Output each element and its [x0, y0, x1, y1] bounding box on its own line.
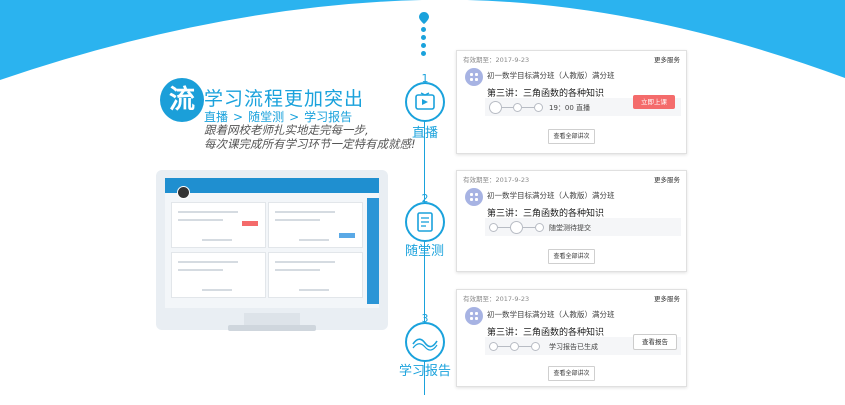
class-name: 初一数学目标满分班（人教版）满分班 — [487, 191, 615, 200]
mini-course-card — [171, 252, 266, 298]
timeline-dot — [421, 51, 426, 56]
flow-badge-icon: 流 — [160, 78, 204, 122]
more-services-link[interactable]: 更多服务 — [654, 174, 680, 184]
mini-course-card — [268, 252, 363, 298]
progress-row: 19：00 直播 立即上课 — [485, 95, 681, 116]
progress-node — [534, 103, 543, 112]
screen-course-grid — [171, 202, 364, 302]
location-pin-icon — [419, 12, 429, 24]
monitor-mockup — [156, 170, 388, 331]
course-icon — [465, 307, 483, 325]
timeline-dots — [421, 27, 426, 59]
progress-link — [523, 227, 535, 228]
lesson-status: 随堂测待提交 — [549, 224, 591, 232]
mini-text-line — [275, 211, 335, 213]
mini-text-line — [299, 289, 329, 291]
timeline-dot — [421, 43, 426, 48]
report-wave-icon — [405, 322, 445, 362]
screen-side-toolbar — [367, 198, 379, 304]
mini-text-line — [178, 219, 223, 221]
view-all-lessons-button[interactable]: 查看全部讲次 — [548, 366, 595, 381]
progress-link — [522, 107, 534, 108]
mini-text-line — [202, 239, 232, 241]
start-class-button[interactable]: 立即上课 — [633, 95, 675, 109]
mini-text-line — [299, 239, 329, 241]
progress-row: 学习报告已生成 查看报告 — [485, 334, 681, 355]
mini-text-line — [202, 289, 232, 291]
progress-node-done — [510, 342, 519, 351]
monitor-screen — [165, 178, 379, 308]
monitor-base — [228, 325, 316, 331]
mini-course-card — [171, 202, 266, 248]
course-icon — [465, 68, 483, 86]
timeline-dot — [421, 27, 426, 32]
mini-text-line — [178, 269, 223, 271]
mini-start-button — [242, 221, 258, 226]
mini-text-line — [178, 211, 238, 213]
class-name: 初一数学目标满分班（人教版）满分班 — [487, 71, 615, 80]
course-card-report: 有效期至：2017-9-23 更多服务 初一数学目标满分班（人教版）满分班 第三… — [456, 289, 687, 387]
more-services-link[interactable]: 更多服务 — [654, 54, 680, 64]
mini-text-line — [275, 261, 335, 263]
mini-text-line — [178, 261, 238, 263]
progress-link — [501, 107, 513, 108]
step-label-report: 学习报告 — [399, 364, 452, 379]
mini-report-button — [339, 233, 355, 238]
timeline-dot — [421, 35, 426, 40]
mini-text-line — [275, 219, 320, 221]
course-icon — [465, 188, 483, 206]
validity-date: 有效期至：2017-9-23 — [463, 56, 530, 64]
progress-row: 随堂测待提交 — [485, 218, 681, 236]
step-label-live: 直播 — [412, 126, 439, 141]
hero-title: 学习流程更加突出 — [204, 88, 365, 110]
class-name: 初一数学目标满分班（人教版）满分班 — [487, 310, 615, 319]
mini-text-line — [275, 269, 320, 271]
progress-node — [535, 223, 544, 232]
mini-course-card — [268, 202, 363, 248]
view-report-button[interactable]: 查看报告 — [633, 334, 677, 350]
screen-header-bar — [165, 178, 379, 193]
view-all-lessons-button[interactable]: 查看全部讲次 — [548, 249, 595, 264]
avatar — [177, 186, 190, 199]
step-label-quiz: 随堂测 — [405, 244, 445, 259]
progress-link — [498, 227, 510, 228]
course-card-live: 有效期至：2017-9-23 更多服务 初一数学目标满分班（人教版）满分班 第三… — [456, 50, 687, 154]
validity-date: 有效期至：2017-9-23 — [463, 295, 530, 303]
progress-node-done — [489, 342, 498, 351]
hero-description-line2: 每次课完成所有学习环节一定特有成就感! — [204, 137, 416, 151]
progress-link — [498, 346, 510, 347]
view-all-lessons-button[interactable]: 查看全部讲次 — [548, 129, 595, 144]
validity-date: 有效期至：2017-9-23 — [463, 176, 530, 184]
lesson-status: 学习报告已生成 — [549, 343, 598, 351]
progress-node-done — [531, 342, 540, 351]
quiz-sheet-icon — [405, 202, 445, 242]
more-services-link[interactable]: 更多服务 — [654, 293, 680, 303]
lesson-status: 19：00 直播 — [549, 104, 591, 112]
progress-node — [513, 103, 522, 112]
progress-node-done — [489, 223, 498, 232]
course-card-quiz: 有效期至：2017-9-23 更多服务 初一数学目标满分班（人教版）满分班 第三… — [456, 170, 687, 272]
progress-link — [519, 346, 531, 347]
tv-icon — [405, 82, 445, 122]
progress-node-current — [510, 221, 523, 234]
